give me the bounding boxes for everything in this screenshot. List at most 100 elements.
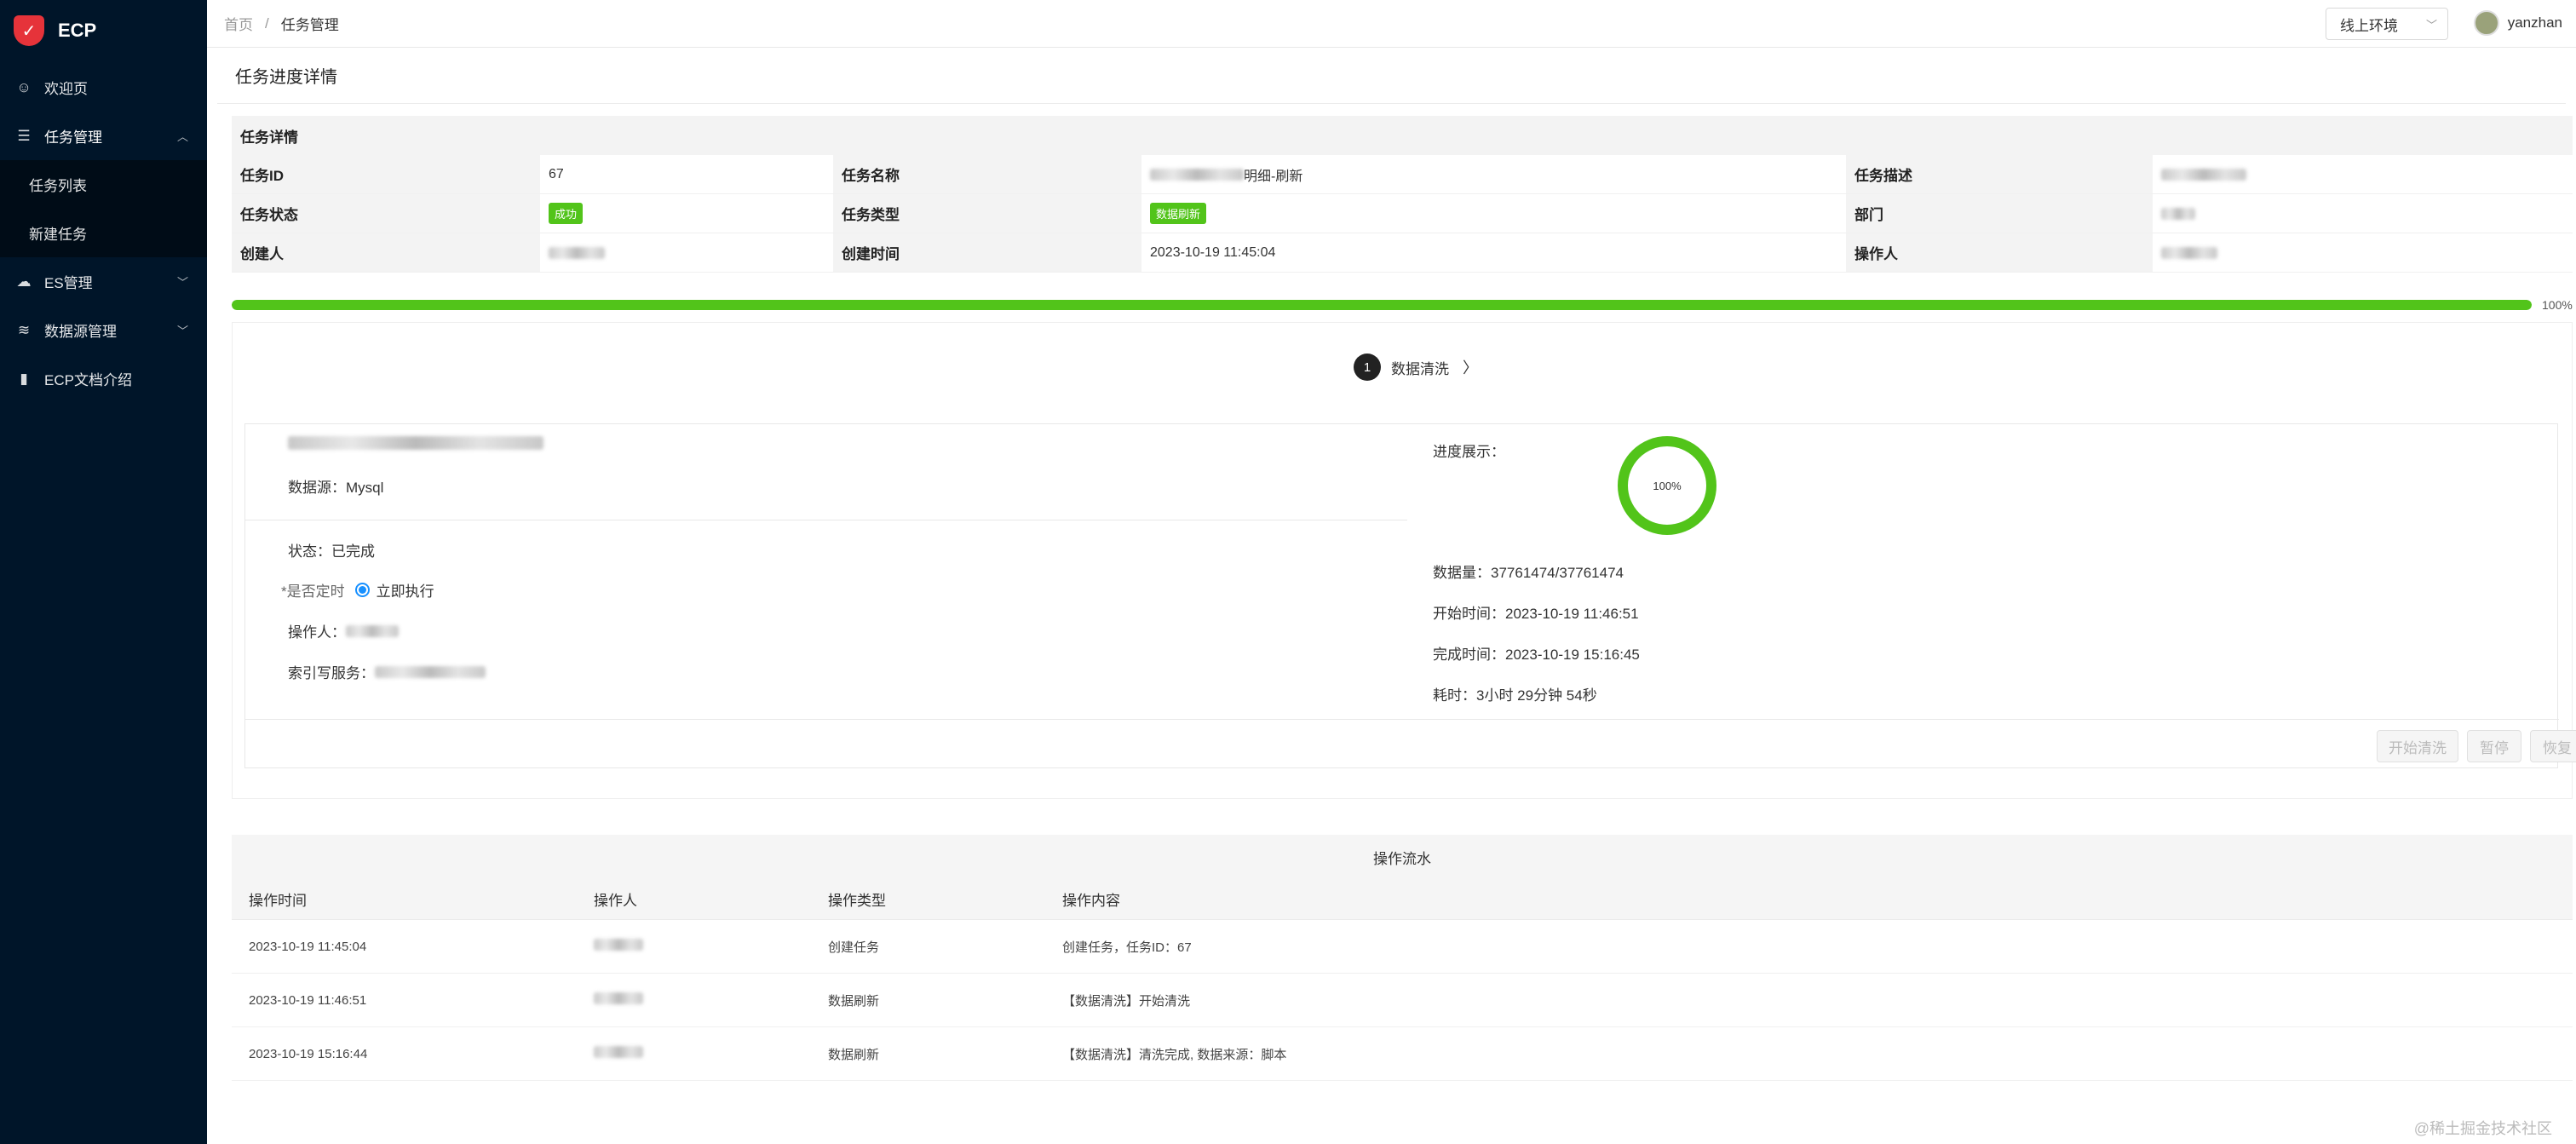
chevron-right-icon[interactable]: 〉: [1463, 356, 1478, 378]
task-submenu: 任务列表 新建任务: [0, 160, 207, 257]
table-header: 操作时间 操作人 操作类型 操作内容: [232, 879, 2573, 920]
app-name: ECP: [58, 20, 97, 41]
log-time: 2023-10-19 15:16:44: [249, 1046, 368, 1061]
chevron-down-icon: ﹀: [2425, 18, 2437, 32]
list-icon: ☰: [17, 127, 31, 144]
create-time-value: 2023-10-19 11:45:04: [1150, 244, 1276, 260]
detail-label: 任务状态: [232, 194, 540, 233]
task-card-actions: 开始清洗 暂停 恢复: [245, 719, 2576, 768]
task-id-value: 67: [549, 166, 564, 181]
username: yanzhan: [2507, 14, 2562, 31]
task-details: 任务详情 任务ID 67 任务名称 明细-刷新 任务描述 任务状态 成功 任务类…: [232, 116, 2573, 273]
redacted-text: [2161, 168, 2246, 181]
sidebar-item-label: 新建任务: [29, 227, 87, 243]
operator-value: [2153, 233, 2573, 272]
schedule-option: *是否定时 立即执行: [281, 579, 434, 601]
detail-label: 部门: [1846, 194, 2153, 233]
task-type-value: 数据刷新: [1141, 194, 1846, 233]
redacted-text: [346, 624, 399, 637]
log-time: 2023-10-19 11:46:51: [249, 992, 367, 1008]
chevron-up-icon: ︿: [176, 130, 188, 143]
breadcrumb-home[interactable]: 首页: [224, 13, 253, 34]
task-name-value: 明细-刷新: [1141, 155, 1846, 193]
operation-log-title: 操作流水: [232, 835, 2573, 879]
task-card-progress: 进度展示： 100% 数据量：37761474/37761474 开始时间：20…: [1433, 424, 2540, 719]
task-description-value: [2153, 155, 2573, 193]
card-operator: 操作人：: [288, 620, 399, 641]
ring-percent-text: 100%: [1653, 480, 1682, 492]
task-name-text: 明细-刷新: [1244, 169, 1303, 184]
sidebar-item-task-management[interactable]: ☰ 任务管理 ︿: [0, 112, 207, 160]
progress-display-label: 进度展示：: [1433, 444, 1505, 460]
database-icon: ≋: [17, 321, 31, 338]
sidebar-item-new-task[interactable]: 新建任务: [0, 209, 207, 257]
user-menu[interactable]: yanzhan: [2473, 10, 2562, 36]
app-logo[interactable]: ✓ ECP: [0, 0, 207, 61]
environment-select[interactable]: 线上环境 ﹀: [2326, 8, 2448, 40]
chevron-down-icon: ﹀: [176, 276, 188, 289]
page-title: 任务进度详情: [217, 48, 2566, 104]
log-type: 创建任务: [828, 940, 880, 955]
cloud-icon: ☁: [16, 273, 32, 290]
schedule-label: *是否定时: [281, 583, 345, 600]
progress-percent: 100%: [2542, 298, 2573, 312]
detail-label: 任务ID: [232, 155, 540, 193]
column-header: 操作时间: [249, 893, 307, 909]
breadcrumb: 首页 / 任务管理: [224, 13, 339, 34]
sidebar-item-label: 欢迎页: [44, 81, 88, 97]
finish-time: 完成时间：2023-10-19 15:16:45: [1433, 647, 1640, 663]
redacted-text: [594, 939, 643, 951]
log-type: 数据刷新: [828, 993, 880, 1009]
resume-button[interactable]: 恢复: [2530, 730, 2576, 762]
progress-track: [232, 300, 2532, 310]
sidebar: ✓ ECP ☺ 欢迎页 ☰ 任务管理 ︿ 任务列表 新建任务 ☁ ES管理 ﹀ …: [0, 0, 207, 1144]
pause-button[interactable]: 暂停: [2467, 730, 2521, 762]
log-operator: [577, 939, 811, 954]
progress-ring: 100%: [1618, 436, 1716, 535]
step-label[interactable]: 数据清洗: [1391, 357, 1449, 378]
redacted-text: [1150, 168, 1244, 181]
detail-label: 任务名称: [833, 155, 1141, 193]
redacted-text: [2161, 207, 2195, 220]
table-row: 2023-10-19 15:16:44 数据刷新 【数据清洗】清洗完成, 数据来…: [232, 1027, 2573, 1081]
start-time: 开始时间：2023-10-19 11:46:51: [1433, 606, 1639, 622]
immediate-radio-label[interactable]: 立即执行: [377, 579, 434, 601]
log-content: 创建任务，任务ID：67: [1062, 940, 1192, 955]
book-icon: ▮: [20, 370, 28, 387]
column-header: 操作人: [594, 893, 637, 909]
watermark: @稀土掘金技术社区: [2413, 1120, 2552, 1137]
task-card-title: [288, 436, 543, 454]
immediate-radio[interactable]: [354, 583, 370, 597]
redacted-text: [288, 436, 543, 450]
start-clean-button[interactable]: 开始清洗: [2377, 730, 2458, 762]
data-volume: 数据量：37761474/37761474: [1433, 565, 1624, 581]
task-status-value: 成功: [540, 194, 833, 233]
sidebar-item-task-list[interactable]: 任务列表: [0, 160, 207, 209]
detail-label: 创建时间: [833, 233, 1141, 272]
index-service: 索引写服务：: [288, 661, 486, 682]
progress-fill: [232, 300, 2532, 310]
creator-value: [540, 233, 833, 272]
log-content: 【数据清洗】清洗完成, 数据来源：脚本: [1062, 1047, 1287, 1062]
detail-label: 操作人: [1846, 233, 2153, 272]
sidebar-item-label: 任务列表: [29, 178, 87, 194]
log-operator: [577, 992, 811, 1008]
column-header: 操作内容: [1062, 893, 1120, 909]
details-row: 创建人 创建时间 2023-10-19 11:45:04 操作人: [232, 233, 2573, 273]
datasource-text: 数据源：Mysql: [288, 480, 384, 496]
main-content: 任务进度详情 任务详情 任务ID 67 任务名称 明细-刷新 任务描述 任务状态…: [207, 48, 2576, 1144]
breadcrumb-current: 任务管理: [280, 17, 339, 33]
sidebar-item-welcome[interactable]: ☺ 欢迎页: [0, 63, 207, 112]
task-card-info: 数据源：Mysql 状态：已完成 *是否定时 立即执行 操作人： 索引写服务：: [245, 424, 1407, 719]
sidebar-item-ecp-docs[interactable]: ▮ ECP文档介绍: [0, 354, 207, 403]
chevron-down-icon: ﹀: [176, 325, 188, 337]
type-badge: 数据刷新: [1150, 203, 1207, 224]
smile-icon: ☺: [16, 78, 32, 95]
operation-log: 操作流水 操作时间 操作人 操作类型 操作内容 2023-10-19 11:45…: [232, 835, 2573, 1081]
sidebar-item-datasource-management[interactable]: ≋ 数据源管理 ﹀: [0, 306, 207, 354]
sidebar-item-es-management[interactable]: ☁ ES管理 ﹀: [0, 257, 207, 306]
avatar: [2473, 10, 2499, 36]
details-row: 任务ID 67 任务名称 明细-刷新 任务描述: [232, 155, 2573, 194]
steps: 1 数据清洗 〉: [1354, 354, 1478, 381]
column-header: 操作类型: [828, 893, 886, 909]
